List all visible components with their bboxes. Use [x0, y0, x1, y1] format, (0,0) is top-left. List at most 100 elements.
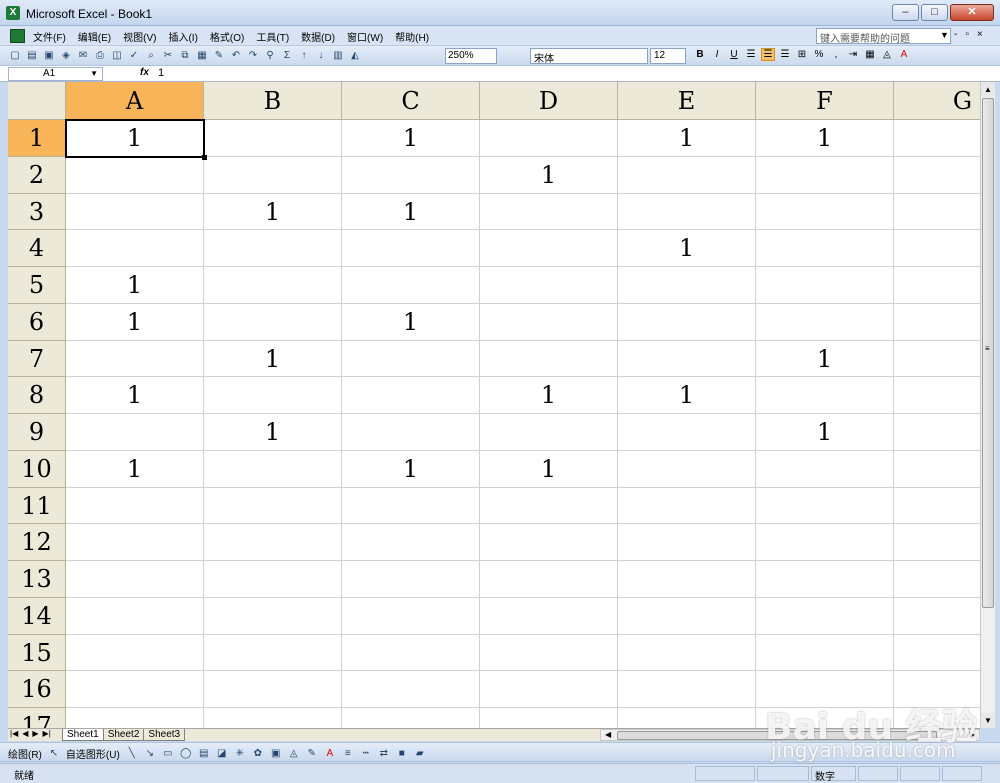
cell[interactable]: 1 — [204, 414, 342, 451]
cell[interactable] — [756, 561, 894, 598]
workbook-minimize-button[interactable]: - — [954, 29, 957, 40]
cell[interactable]: 1 — [342, 193, 480, 231]
cell[interactable]: 1 — [756, 120, 894, 157]
cell[interactable] — [480, 303, 618, 341]
vertical-scrollbar[interactable]: ▲ ≡ ▼ — [980, 82, 995, 728]
cell[interactable] — [894, 414, 980, 451]
cell[interactable] — [894, 304, 980, 341]
cell[interactable] — [618, 634, 756, 672]
menu-item[interactable]: 视图(V) — [123, 29, 156, 44]
cell[interactable]: 1 — [756, 340, 894, 378]
line-style-icon[interactable]: ≡ — [342, 748, 354, 759]
line-icon[interactable]: ╲ — [126, 748, 138, 759]
cell[interactable] — [204, 267, 342, 304]
name-box[interactable]: A1 ▼ — [8, 67, 103, 81]
cell[interactable] — [756, 708, 894, 728]
font-color-icon[interactable]: A — [898, 49, 910, 60]
row-header[interactable]: 8 — [8, 377, 66, 414]
cell[interactable] — [756, 487, 894, 525]
cell[interactable] — [66, 524, 204, 561]
cell[interactable] — [480, 634, 618, 672]
cell[interactable] — [204, 450, 342, 488]
cell[interactable] — [894, 157, 980, 194]
diagram-icon[interactable]: ✳ — [234, 748, 246, 759]
vertical-scroll-thumb[interactable] — [982, 98, 994, 608]
cell[interactable] — [204, 524, 342, 561]
first-sheet-icon[interactable]: |◀ — [10, 729, 18, 738]
print-preview-icon[interactable]: ◫ — [110, 49, 124, 63]
row-header[interactable]: 4 — [8, 230, 66, 267]
scroll-left-icon[interactable]: ◀ — [605, 730, 611, 739]
cell[interactable] — [66, 414, 204, 451]
menu-item[interactable]: 编辑(E) — [78, 29, 111, 44]
redo-icon[interactable]: ↷ — [246, 49, 260, 63]
cell[interactable] — [480, 267, 618, 304]
bold-button[interactable]: B — [694, 49, 706, 60]
select-all-corner[interactable] — [8, 82, 66, 120]
align-left-icon[interactable]: ☰ — [745, 49, 757, 60]
excel-app-icon[interactable]: X — [6, 6, 20, 20]
cell[interactable] — [204, 561, 342, 598]
menu-item[interactable]: 格式(O) — [210, 29, 244, 44]
row-header[interactable]: 7 — [8, 340, 66, 378]
column-header[interactable]: D — [480, 82, 618, 120]
autoshapes-button[interactable]: 自选图形(U) — [66, 746, 120, 761]
row-header[interactable]: 9 — [8, 414, 66, 451]
cell[interactable] — [66, 561, 204, 598]
borders-icon[interactable]: ▦ — [864, 49, 876, 60]
prev-sheet-icon[interactable]: ◀ — [22, 729, 28, 738]
fill-color-icon[interactable]: ◬ — [881, 49, 893, 60]
cell[interactable]: 1 — [756, 414, 894, 451]
column-header[interactable]: E — [618, 82, 756, 120]
italic-button[interactable]: I — [711, 49, 723, 60]
row-header[interactable]: 17 — [8, 708, 66, 728]
menu-item[interactable]: 帮助(H) — [395, 29, 429, 44]
row-header[interactable]: 16 — [8, 671, 66, 708]
column-header[interactable]: C — [342, 82, 480, 120]
sheet-tab[interactable]: Sheet1 — [62, 729, 104, 741]
undo-icon[interactable]: ↶ — [229, 49, 243, 63]
print-icon[interactable]: ⎙ — [93, 49, 107, 63]
scroll-up-icon[interactable]: ▲ — [981, 82, 995, 97]
cell[interactable] — [480, 561, 618, 598]
cell[interactable] — [342, 524, 480, 561]
cell[interactable] — [204, 708, 342, 728]
cell[interactable] — [894, 561, 980, 598]
row-header[interactable]: 5 — [8, 267, 66, 304]
fill-color-draw-icon[interactable]: ◬ — [288, 748, 300, 759]
maximize-button[interactable]: □ — [921, 4, 948, 21]
menu-item[interactable]: 窗口(W) — [347, 29, 383, 44]
email-icon[interactable]: ✉ — [76, 49, 90, 63]
column-header[interactable]: A — [66, 82, 204, 120]
cell[interactable] — [756, 524, 894, 561]
sort-descending-icon[interactable]: ↓ — [314, 49, 328, 63]
cell[interactable] — [66, 671, 204, 708]
merge-center-icon[interactable]: ⊞ — [796, 49, 808, 60]
row-header[interactable]: 6 — [8, 303, 66, 341]
column-header[interactable]: F — [756, 82, 894, 120]
cell[interactable] — [342, 671, 480, 708]
cell[interactable]: 1 — [66, 303, 204, 341]
cell[interactable] — [894, 671, 980, 708]
paste-icon[interactable]: ▦ — [195, 49, 209, 63]
cell[interactable] — [480, 340, 618, 378]
cell[interactable] — [342, 377, 480, 414]
cell[interactable] — [894, 708, 980, 728]
sheet-tab[interactable]: Sheet2 — [102, 729, 145, 741]
align-center-icon[interactable]: ☰ — [761, 48, 775, 61]
cell[interactable] — [618, 671, 756, 708]
cell[interactable] — [894, 267, 980, 304]
rectangle-icon[interactable]: ▭ — [162, 748, 174, 759]
cell[interactable]: 1 — [618, 230, 756, 267]
row-header[interactable]: 10 — [8, 450, 66, 488]
cell[interactable] — [756, 230, 894, 267]
cell[interactable]: 1 — [480, 450, 618, 488]
cell[interactable] — [480, 708, 618, 728]
open-icon[interactable]: ▤ — [25, 49, 39, 63]
cell[interactable] — [342, 708, 480, 728]
save-icon[interactable]: ▣ — [42, 49, 56, 63]
wordart-icon[interactable]: ◪ — [216, 748, 228, 759]
help-search-input[interactable]: 键入需要帮助的问题 — [816, 28, 951, 45]
cell[interactable] — [756, 450, 894, 488]
dash-style-icon[interactable]: ┅ — [360, 748, 372, 759]
